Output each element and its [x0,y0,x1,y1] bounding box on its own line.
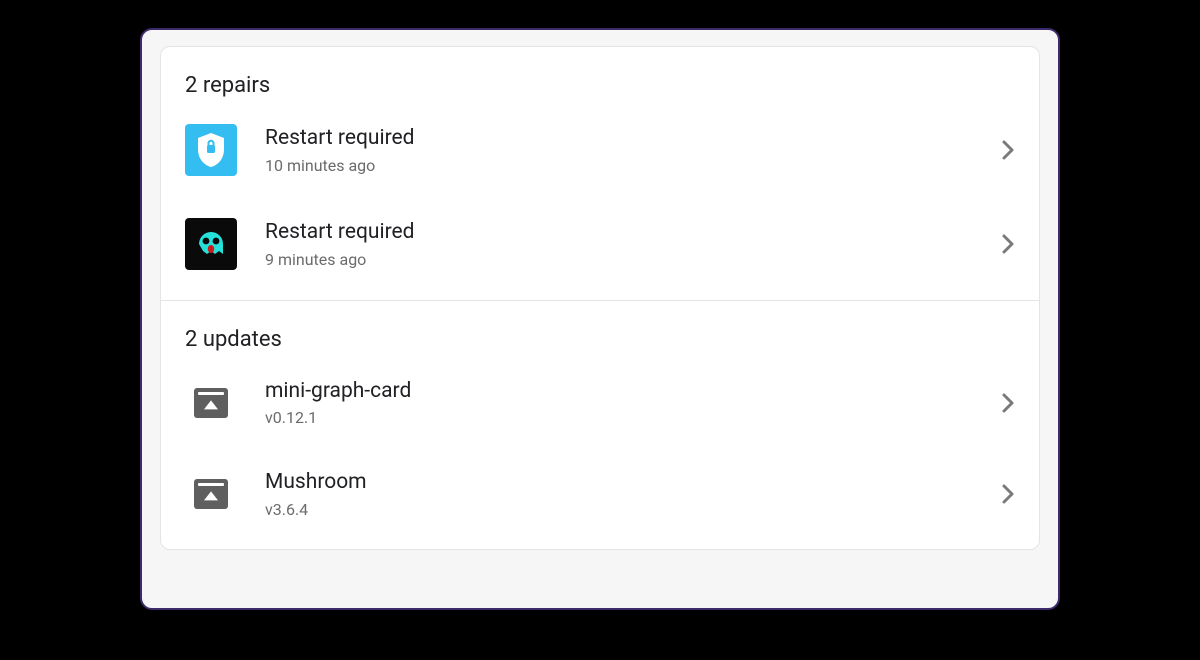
update-row[interactable]: Mushroom v3.6.4 [161,453,1039,544]
update-package-icon [194,388,228,418]
repair-row-text: Restart required 10 minutes ago [265,125,989,174]
updates-heading: 2 updates [161,311,1039,362]
updates-section: 2 updates mini-graph-card v0.12.1 [161,300,1039,549]
update-row[interactable]: mini-graph-card v0.12.1 [161,362,1039,453]
repairs-heading: 2 repairs [161,57,1039,108]
repair-row[interactable]: Restart required 10 minutes ago [161,108,1039,202]
repairs-section: 2 repairs Restart required 10 minutes ag… [161,47,1039,300]
chevron-right-icon [1001,392,1015,414]
chevron-right-icon [1001,233,1015,255]
shield-lock-icon [185,124,237,176]
repair-row-text: Restart required 9 minutes ago [265,219,989,268]
update-row-title: Mushroom [265,469,989,495]
update-row-text: mini-graph-card v0.12.1 [265,378,989,427]
repair-row[interactable]: Restart required 9 minutes ago [161,202,1039,296]
repair-row-subtitle: 9 minutes ago [265,250,989,269]
repair-row-subtitle: 10 minutes ago [265,156,989,175]
ghost-icon [185,218,237,270]
update-row-subtitle: v3.6.4 [265,500,989,519]
chevron-right-icon [1001,139,1015,161]
notifications-card: 2 repairs Restart required 10 minutes ag… [160,46,1040,550]
update-package-icon [194,479,228,509]
repair-row-title: Restart required [265,125,989,151]
update-row-title: mini-graph-card [265,378,989,404]
settings-panel: 2 repairs Restart required 10 minutes ag… [140,28,1060,610]
chevron-right-icon [1001,483,1015,505]
repair-row-title: Restart required [265,219,989,245]
update-row-subtitle: v0.12.1 [265,408,989,427]
update-row-text: Mushroom v3.6.4 [265,469,989,518]
